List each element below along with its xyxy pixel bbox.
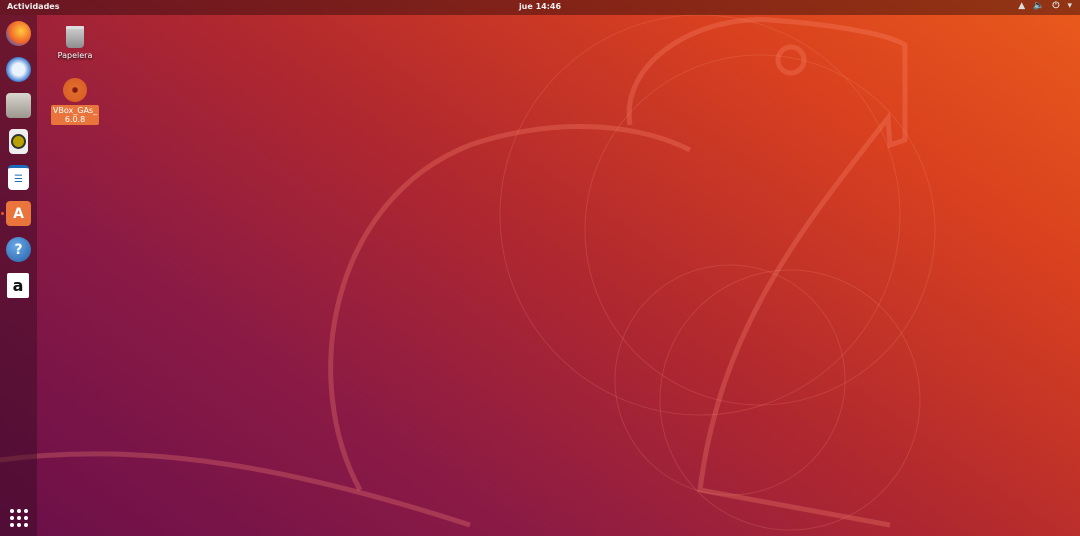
system-tray[interactable]: ▲ 🔈 ⏻ ▾ (1018, 1, 1072, 11)
power-icon: ⏻ (1052, 1, 1060, 11)
files-icon[interactable] (6, 93, 31, 118)
desktop-background[interactable] (0, 0, 1080, 536)
help-icon[interactable]: ? (6, 237, 31, 262)
trash-icon (66, 26, 84, 48)
desktop-icon-label: VBox_GAs_ 6.0.8 (51, 105, 99, 125)
thunderbird-icon[interactable] (6, 57, 31, 82)
dock: ☰ A ? a (0, 15, 37, 536)
clock[interactable]: jue 14:46 (0, 2, 1080, 11)
firefox-icon[interactable] (6, 21, 31, 46)
wallpaper-watermark (0, 14, 936, 531)
optical-disc-icon (63, 78, 87, 102)
volume-icon: 🔈 (1033, 1, 1045, 11)
ubuntu-software-icon[interactable]: A (6, 201, 31, 226)
desktop-icon-trash[interactable]: Papelera (47, 26, 103, 60)
show-applications-button[interactable] (10, 509, 28, 527)
rhythmbox-icon[interactable] (9, 129, 28, 154)
chevron-down-icon: ▾ (1067, 1, 1072, 11)
network-icon: ▲ (1018, 1, 1026, 11)
amazon-icon[interactable]: a (7, 273, 29, 298)
running-indicator (1, 212, 4, 215)
top-bar: Actividades jue 14:46 ▲ 🔈 ⏻ ▾ (0, 0, 1080, 15)
desktop-icon-label: Papelera (57, 51, 93, 60)
libreoffice-writer-icon[interactable]: ☰ (8, 165, 29, 190)
desktop-icon-vbox-cd[interactable]: VBox_GAs_ 6.0.8 (47, 78, 103, 125)
